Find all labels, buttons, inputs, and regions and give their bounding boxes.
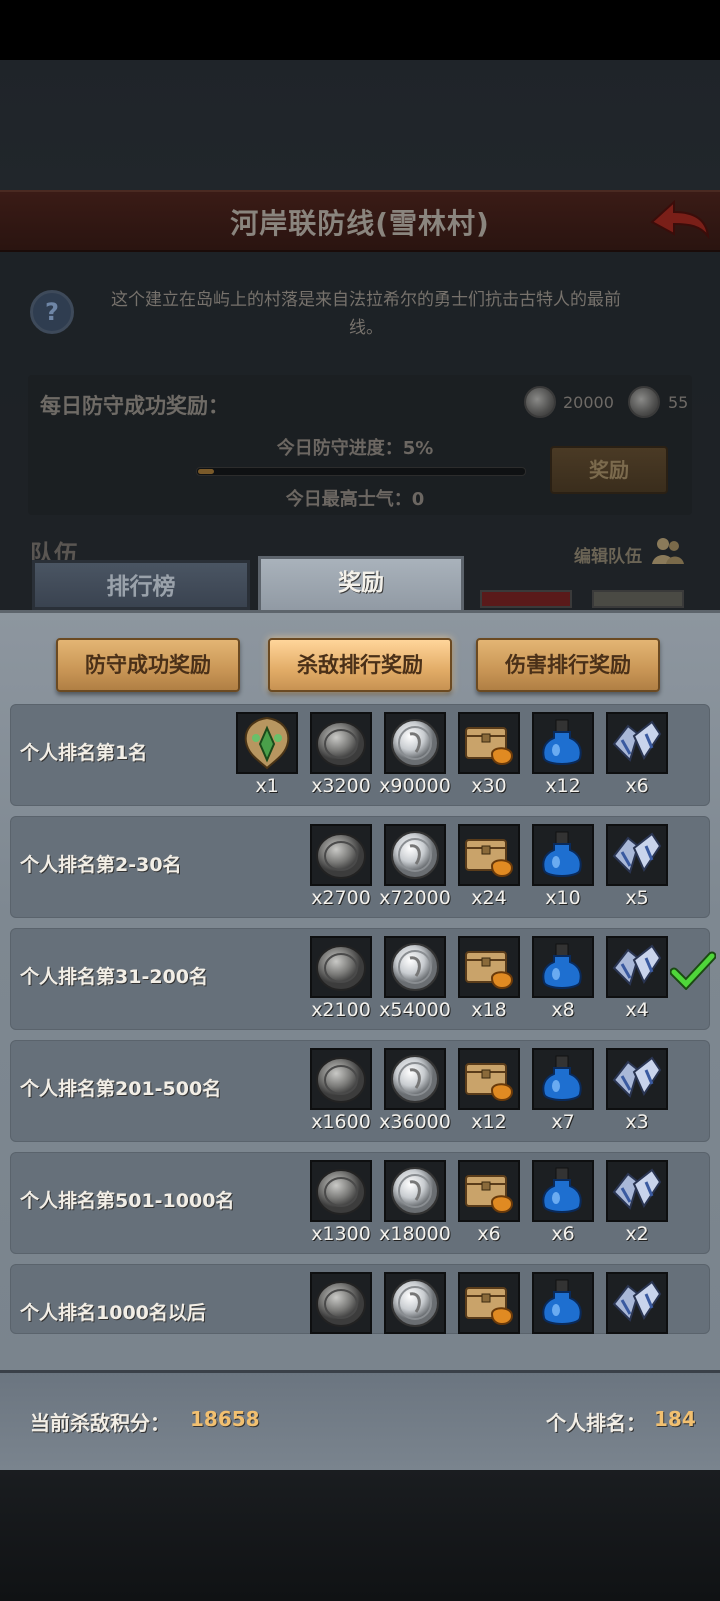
kill-score-label: 当前杀敌积分： bbox=[30, 1411, 170, 1435]
silver-coin-icon[interactable] bbox=[384, 1048, 446, 1110]
personal-rank-value: 184 bbox=[654, 1407, 696, 1431]
team-member-card[interactable] bbox=[480, 590, 572, 608]
back-arrow-icon[interactable] bbox=[648, 196, 712, 248]
item-quantity: x2 bbox=[625, 1223, 649, 1245]
blue-potion-icon[interactable] bbox=[532, 1272, 594, 1334]
item-quantity: x24 bbox=[471, 887, 507, 909]
defense-progress-label: 今日防守进度：5% bbox=[276, 438, 434, 459]
item-quantity: x30 bbox=[471, 775, 507, 797]
blue-potion-icon[interactable] bbox=[532, 824, 594, 886]
item-quantity: x2100 bbox=[311, 999, 371, 1021]
rank-range-label: 个人排名第1名 bbox=[20, 742, 148, 764]
treasure-chest-icon[interactable] bbox=[458, 712, 520, 774]
edit-team-button[interactable]: 编辑队伍 bbox=[574, 542, 642, 567]
dark-coin-icon[interactable] bbox=[310, 712, 372, 774]
treasure-chest-icon[interactable] bbox=[458, 1048, 520, 1110]
item-quantity: x6 bbox=[625, 775, 649, 797]
item-quantity: x6 bbox=[551, 1223, 575, 1245]
crystal-shard-icon[interactable] bbox=[606, 1048, 668, 1110]
defense-progress-track bbox=[196, 467, 526, 476]
check-icon bbox=[669, 950, 717, 991]
item-quantity: x8 bbox=[551, 999, 575, 1021]
dark-coin-icon bbox=[628, 386, 660, 418]
dark-coin-icon[interactable] bbox=[310, 1160, 372, 1222]
tab-rewards[interactable]: 奖励 bbox=[258, 556, 464, 614]
item-quantity: x72000 bbox=[379, 887, 451, 909]
item-quantity: x12 bbox=[545, 775, 581, 797]
item-quantity: x5 bbox=[625, 887, 649, 909]
tab-leaderboard[interactable]: 排行榜 bbox=[32, 560, 250, 610]
item-quantity: x3200 bbox=[311, 775, 371, 797]
silver-coin-icon[interactable] bbox=[384, 712, 446, 774]
rank-range-label: 个人排名第2-30名 bbox=[20, 854, 182, 876]
green-gem-relic-icon[interactable] bbox=[236, 712, 298, 774]
team-member-card[interactable] bbox=[592, 590, 684, 608]
status-bar-area bbox=[0, 0, 720, 60]
item-quantity: x10 bbox=[545, 887, 581, 909]
silver-coin-icon[interactable] bbox=[384, 936, 446, 998]
description: 这个建立在岛屿上的村落是来自法拉希尔的勇士们抗击古特人的最前 线。 bbox=[86, 286, 646, 342]
item-quantity: x1600 bbox=[311, 1111, 371, 1133]
daily-reward-value-2: 55 bbox=[668, 393, 689, 412]
description-line-2: 线。 bbox=[349, 318, 383, 338]
item-quantity: x2700 bbox=[311, 887, 371, 909]
rank-range-label: 个人排名第31-200名 bbox=[20, 966, 208, 988]
item-quantity: x1 bbox=[255, 775, 279, 797]
dark-coin-icon[interactable] bbox=[310, 936, 372, 998]
kill-score-value: 18658 bbox=[190, 1407, 260, 1431]
help-icon[interactable]: ? bbox=[30, 290, 74, 334]
silver-coin-icon[interactable] bbox=[384, 824, 446, 886]
crystal-shard-icon[interactable] bbox=[606, 712, 668, 774]
dark-coin-icon[interactable] bbox=[310, 1272, 372, 1334]
defense-reward-button[interactable]: 防守成功奖励 bbox=[56, 638, 240, 692]
item-quantity: x18 bbox=[471, 999, 507, 1021]
rank-range-label: 个人排名第201-500名 bbox=[20, 1078, 222, 1100]
item-quantity: x18000 bbox=[379, 1223, 451, 1245]
dark-coin-icon bbox=[524, 386, 556, 418]
crystal-shard-icon[interactable] bbox=[606, 936, 668, 998]
daily-reward-label: 每日防守成功奖励： bbox=[40, 394, 229, 418]
daily-reward-value-1: 20000 bbox=[563, 393, 614, 412]
rank-range-label: 个人排名第501-1000名 bbox=[20, 1190, 235, 1212]
kill-rank-reward-button[interactable]: 杀敌排行奖励 bbox=[268, 638, 452, 692]
treasure-chest-icon[interactable] bbox=[458, 1160, 520, 1222]
page-title: 河岸联防线(雪林村) bbox=[230, 207, 490, 240]
blue-potion-icon[interactable] bbox=[532, 936, 594, 998]
crystal-shard-icon[interactable] bbox=[606, 1272, 668, 1334]
morale-label: 今日最高士气：0 bbox=[285, 489, 425, 510]
item-quantity: x12 bbox=[471, 1111, 507, 1133]
crystal-shard-icon[interactable] bbox=[606, 824, 668, 886]
blue-potion-icon[interactable] bbox=[532, 1160, 594, 1222]
description-line-1: 这个建立在岛屿上的村落是来自法拉希尔的勇士们抗击古特人的最前 bbox=[111, 290, 621, 310]
blue-potion-icon[interactable] bbox=[532, 1048, 594, 1110]
item-quantity: x90000 bbox=[379, 775, 451, 797]
item-quantity: x36000 bbox=[379, 1111, 451, 1133]
treasure-chest-icon[interactable] bbox=[458, 824, 520, 886]
rank-range-label: 个人排名1000名以后 bbox=[20, 1302, 206, 1324]
item-quantity: x6 bbox=[477, 1223, 501, 1245]
silver-coin-icon[interactable] bbox=[384, 1160, 446, 1222]
item-quantity: x54000 bbox=[379, 999, 451, 1021]
nav-bar-area bbox=[0, 1470, 720, 1601]
personal-rank-label: 个人排名： bbox=[546, 1411, 646, 1435]
daily-reward-button[interactable]: 奖励 bbox=[550, 446, 668, 494]
item-quantity: x4 bbox=[625, 999, 649, 1021]
blue-potion-icon[interactable] bbox=[532, 712, 594, 774]
treasure-chest-icon[interactable] bbox=[458, 1272, 520, 1334]
silver-coin-icon[interactable] bbox=[384, 1272, 446, 1334]
team-icon[interactable] bbox=[652, 536, 684, 566]
dark-coin-icon[interactable] bbox=[310, 1048, 372, 1110]
dark-coin-icon[interactable] bbox=[310, 824, 372, 886]
crystal-shard-icon[interactable] bbox=[606, 1160, 668, 1222]
treasure-chest-icon[interactable] bbox=[458, 936, 520, 998]
item-quantity: x1300 bbox=[311, 1223, 371, 1245]
item-quantity: x3 bbox=[625, 1111, 649, 1133]
defense-progress-fill bbox=[198, 469, 214, 474]
item-quantity: x7 bbox=[551, 1111, 575, 1133]
damage-rank-reward-button[interactable]: 伤害排行奖励 bbox=[476, 638, 660, 692]
